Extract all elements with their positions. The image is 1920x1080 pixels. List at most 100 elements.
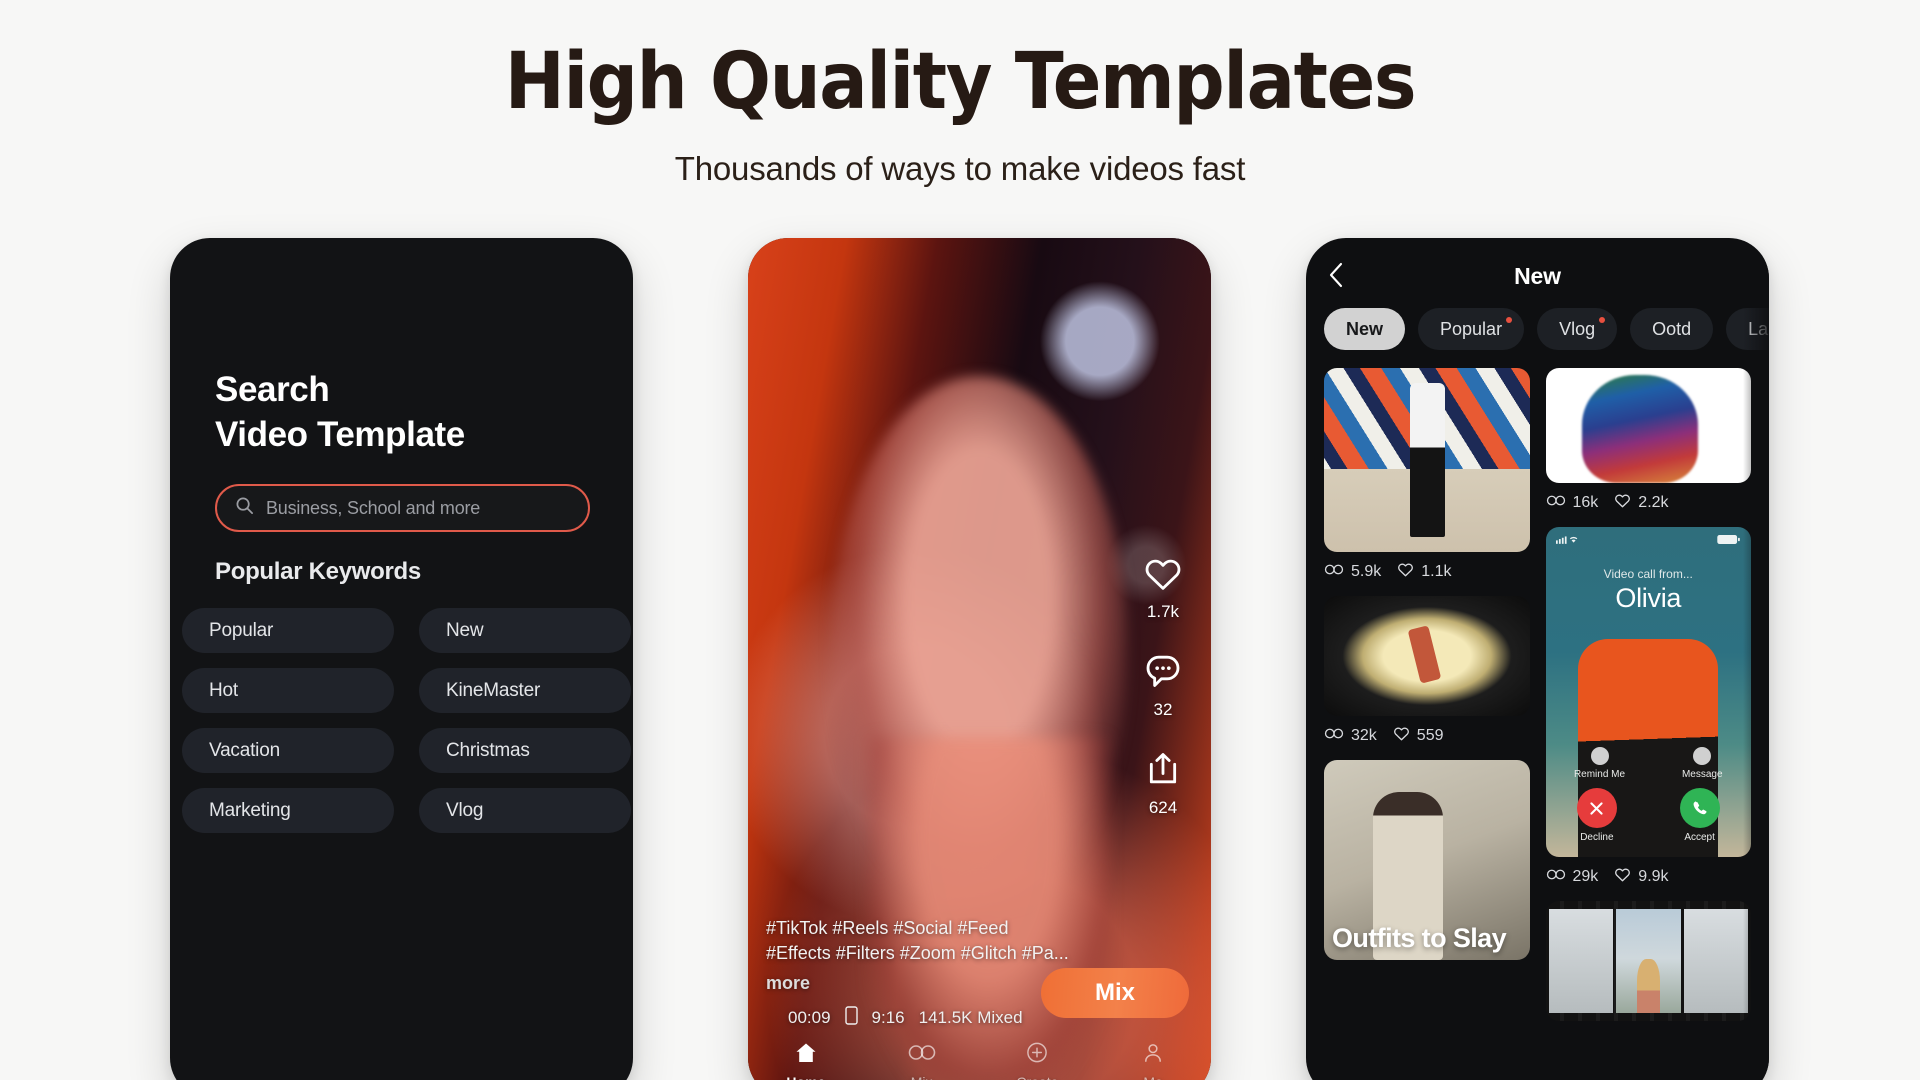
keyword-chip[interactable]: Hot [182, 668, 394, 713]
caption-line-1: #TikTok #Reels #Social #Feed [766, 918, 1009, 939]
create-icon [1025, 1041, 1049, 1069]
like-button[interactable]: 1.7k [1143, 554, 1183, 622]
keyword-chip[interactable]: New [419, 608, 631, 653]
popular-keywords-label: Popular Keywords [215, 558, 421, 585]
template-grid: 5.9k 1.1k 32k 559 Outfits to Slay 16k 2.… [1324, 368, 1751, 1080]
share-icon [1143, 750, 1183, 792]
video-ratio: 9:16 [871, 1008, 905, 1027]
comment-icon [1143, 652, 1183, 694]
template-card[interactable]: Outfits to Slay [1324, 760, 1530, 960]
remind-me-label: Remind Me [1573, 769, 1626, 780]
tab-badge-dot [1599, 317, 1606, 323]
tab-label: New [1346, 318, 1384, 339]
like-count-stat: 9.9k [1614, 866, 1669, 887]
caption-more-link[interactable]: more [766, 973, 810, 994]
like-count-stat: 1.1k [1397, 561, 1452, 582]
heart-icon [1393, 725, 1410, 746]
card-stats: 32k 559 [1324, 725, 1530, 746]
mix-icon [907, 1041, 937, 1069]
message-icon [1693, 747, 1712, 765]
like-count: 1.1k [1421, 562, 1452, 580]
tab-label: Ootd [1652, 318, 1692, 339]
nav-item-me[interactable]: Me [1095, 1041, 1211, 1080]
tab-vlog[interactable]: Vlog [1537, 308, 1618, 350]
alarm-icon [1590, 747, 1609, 765]
nav-item-home[interactable]: Home [748, 1041, 864, 1080]
nav-label-create: Create [1016, 1074, 1058, 1080]
heart-icon [1614, 492, 1631, 513]
call-status-bar [1555, 535, 1742, 546]
page-subtitle: Thousands of ways to make videos fast [674, 150, 1246, 187]
template-card[interactable]: 32k 559 [1324, 596, 1530, 746]
search-screen-heading: Search Video Template [215, 368, 465, 458]
share-count: 624 [1148, 798, 1178, 817]
mix-count: 5.9k [1351, 562, 1382, 580]
template-card[interactable]: 16k 2.2k [1545, 368, 1752, 513]
page-title: High Quality Templates [504, 37, 1417, 127]
category-tabs: New Popular Vlog Ootd Label [1324, 308, 1769, 350]
card-stats: 5.9k 1.1k [1324, 561, 1530, 582]
comment-button[interactable]: 32 [1143, 652, 1183, 720]
tab-label: Popular [1440, 318, 1503, 339]
nav-item-mix[interactable]: Mix [864, 1041, 980, 1080]
grid-column-right: 16k 2.2k Video call from... Olivia Remin… [1545, 368, 1752, 1080]
mix-icon [1324, 727, 1344, 745]
mix-count-stat: 5.9k [1324, 563, 1381, 581]
tab-badge-dot [1506, 317, 1513, 323]
tab-label: Vlog [1559, 318, 1596, 339]
keyword-chip[interactable]: KineMaster [419, 668, 631, 713]
heart-icon [1143, 554, 1183, 596]
nav-label-mix: Mix [911, 1074, 933, 1080]
right-phone-mockup: New New Popular Vlog Ootd Label [1306, 238, 1769, 1080]
message-action[interactable]: Message [1682, 747, 1723, 780]
accept-action[interactable]: Accept [1679, 788, 1720, 843]
page-root: High Quality Templates Thousands of ways… [0, 0, 1920, 1080]
nav-item-create[interactable]: Create [980, 1041, 1096, 1080]
signal-wifi-icon [1555, 535, 1582, 546]
keyword-chip[interactable]: Popular [182, 608, 394, 653]
mix-icon [1546, 868, 1566, 886]
video-mixed-count: 141.5K Mixed [918, 1008, 1023, 1027]
remind-me-action[interactable]: Remind Me [1574, 747, 1625, 780]
card-thumbnail [1324, 596, 1530, 716]
keyword-chip[interactable]: Christmas [419, 728, 631, 773]
left-phone-mockup: Search Video Template Business, School a… [170, 238, 633, 1080]
decline-label: Decline [1580, 832, 1614, 843]
accept-label: Accept [1684, 832, 1715, 843]
nav-label-me: Me [1143, 1074, 1162, 1080]
card-stats: 29k 9.9k [1546, 866, 1752, 887]
search-input[interactable]: Business, School and more [215, 484, 590, 532]
template-card[interactable]: Video call from... Olivia Remind Me Mess… [1545, 527, 1752, 887]
call-actions: Remind Me Message Decline Accept [1546, 747, 1752, 843]
card-thumbnail [1545, 368, 1751, 483]
mix-count-stat: 32k [1324, 727, 1377, 745]
tab-label[interactable]: Label [1726, 308, 1769, 350]
home-icon [794, 1041, 818, 1069]
tab-ootd[interactable]: Ootd [1630, 308, 1714, 350]
keyword-chip[interactable]: Marketing [182, 788, 394, 833]
chevron-left-icon[interactable] [1328, 262, 1344, 293]
tab-new[interactable]: New [1324, 308, 1406, 350]
battery-indicator [1717, 535, 1741, 546]
card-stats: 16k 2.2k [1546, 492, 1752, 513]
template-card[interactable]: 5.9k 1.1k [1324, 368, 1530, 582]
call-from-label: Video call from... [1603, 567, 1693, 581]
share-button[interactable]: 624 [1143, 750, 1183, 818]
video-duration: 00:09 [788, 1008, 831, 1027]
tab-label: Label [1748, 318, 1769, 339]
tab-popular[interactable]: Popular [1418, 308, 1525, 350]
mix-button[interactable]: Mix [1041, 968, 1189, 1018]
mix-icon [1324, 563, 1344, 581]
keyword-chip[interactable]: Vacation [182, 728, 394, 773]
decline-action[interactable]: Decline [1576, 788, 1617, 843]
mix-icon [1546, 494, 1566, 512]
like-count: 2.2k [1638, 493, 1669, 511]
keyword-chip[interactable]: Vlog [419, 788, 631, 833]
mix-count: 32k [1351, 726, 1377, 744]
search-icon [235, 496, 254, 520]
template-card[interactable] [1546, 901, 1752, 1021]
right-phone-header: New [1306, 248, 1769, 304]
card-thumbnail [1546, 901, 1752, 1021]
card-thumbnail: Video call from... Olivia Remind Me Mess… [1545, 527, 1752, 857]
heart-icon [1614, 866, 1631, 887]
